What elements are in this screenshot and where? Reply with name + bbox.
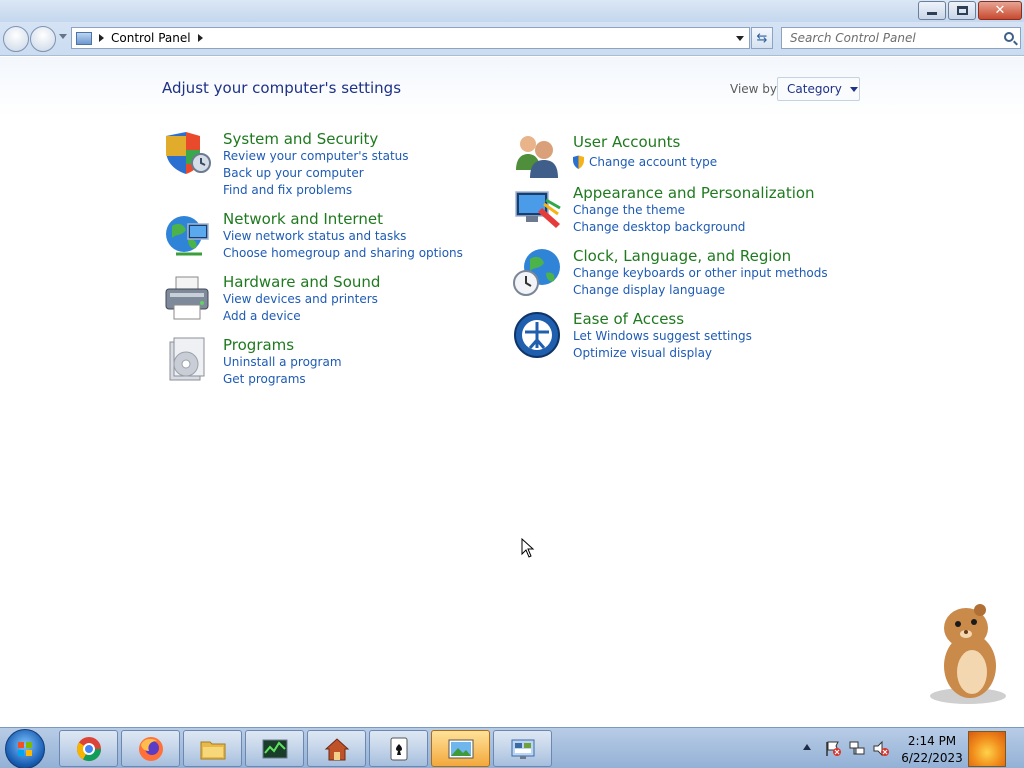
taskbar-control-panel[interactable] <box>493 730 552 767</box>
category-title[interactable]: System and Security <box>223 130 378 148</box>
ease-of-access-icon[interactable] <box>512 310 562 360</box>
minimize-button[interactable] <box>918 1 946 20</box>
network-status-icon[interactable] <box>848 740 866 757</box>
taskbar: 2:14 PM 6/22/2023 <box>0 727 1024 768</box>
category-title[interactable]: Hardware and Sound <box>223 273 380 291</box>
search-icon[interactable] <box>1004 32 1014 42</box>
breadcrumb-separator-icon[interactable] <box>197 34 203 42</box>
category-title[interactable]: Programs <box>223 336 294 354</box>
clock-time[interactable]: 2:14 PM <box>897 734 967 748</box>
uac-shield-icon <box>573 155 584 169</box>
control-panel-content: Adjust your computer's settings View by:… <box>0 57 1024 727</box>
refresh-button[interactable]: ⇆ <box>751 27 773 49</box>
maximize-button[interactable] <box>948 1 976 20</box>
chevron-down-icon <box>849 86 858 92</box>
breadcrumb-control-panel[interactable]: Control Panel <box>111 31 191 45</box>
clock-date[interactable]: 6/22/2023 <box>897 751 967 765</box>
show-desktop-button[interactable] <box>968 731 1006 767</box>
clock-globe-icon[interactable] <box>512 247 562 297</box>
link-devices-printers[interactable]: View devices and printers <box>223 292 378 306</box>
user-accounts-icon[interactable] <box>512 130 562 180</box>
view-by-value: Category <box>787 82 842 96</box>
view-by-dropdown[interactable]: Category <box>777 77 860 101</box>
hamster-mascot-icon <box>930 604 1006 704</box>
volume-muted-icon[interactable] <box>872 740 890 757</box>
action-center-flag-icon[interactable] <box>824 740 842 757</box>
category-title[interactable]: Appearance and Personalization <box>573 184 815 202</box>
navigation-bar: Control Panel ⇆ Search Control Panel <box>0 22 1024 56</box>
taskbar-firefox[interactable] <box>121 730 180 767</box>
firefox-icon <box>138 736 163 761</box>
link-network-status[interactable]: View network status and tasks <box>223 229 406 243</box>
home-app-icon <box>324 737 349 760</box>
solitaire-icon <box>390 737 407 760</box>
network-globe-icon[interactable] <box>162 210 212 260</box>
search-placeholder: Search Control Panel <box>790 31 916 45</box>
link-homegroup[interactable]: Choose homegroup and sharing options <box>223 246 463 260</box>
link-backup[interactable]: Back up your computer <box>223 166 364 180</box>
control-panel-small-icon <box>76 31 92 45</box>
close-icon: ✕ <box>994 3 1006 18</box>
address-dropdown-icon[interactable] <box>736 36 744 41</box>
minimize-icon <box>927 12 937 15</box>
taskbar-home-app[interactable] <box>307 730 366 767</box>
taskbar-task-manager[interactable] <box>245 730 304 767</box>
taskbar-photo-viewer[interactable] <box>431 730 490 767</box>
breadcrumb-separator-icon[interactable] <box>99 34 104 42</box>
link-get-programs[interactable]: Get programs <box>223 372 306 386</box>
back-button[interactable] <box>3 26 29 52</box>
caption-buttons: ✕ <box>916 1 1022 20</box>
taskbar-file-explorer[interactable] <box>183 730 242 767</box>
appearance-icon[interactable] <box>512 184 562 234</box>
link-display-language[interactable]: Change display language <box>573 283 725 297</box>
control-panel-icon <box>511 739 534 759</box>
photo-viewer-icon <box>448 739 473 758</box>
link-desktop-background[interactable]: Change desktop background <box>573 220 745 234</box>
file-explorer-icon <box>200 741 225 759</box>
restore-icon <box>956 6 968 15</box>
address-bar[interactable]: Control Panel <box>71 27 750 49</box>
system-security-icon[interactable] <box>162 130 212 180</box>
link-windows-suggest[interactable]: Let Windows suggest settings <box>573 329 752 343</box>
link-uninstall-program[interactable]: Uninstall a program <box>223 355 342 369</box>
chrome-icon <box>76 736 101 761</box>
mouse-cursor-icon <box>521 538 535 558</box>
category-title[interactable]: Ease of Access <box>573 310 684 328</box>
task-manager-icon <box>262 739 287 758</box>
taskbar-chrome[interactable] <box>59 730 118 767</box>
link-optimize-display[interactable]: Optimize visual display <box>573 346 712 360</box>
link-change-theme[interactable]: Change the theme <box>573 203 685 217</box>
link-change-account-type[interactable]: Change account type <box>589 155 717 169</box>
refresh-icon: ⇆ <box>756 30 768 46</box>
show-hidden-icons-button[interactable] <box>803 744 811 750</box>
link-add-device[interactable]: Add a device <box>223 309 301 323</box>
taskbar-solitaire[interactable] <box>369 730 428 767</box>
link-keyboards-input[interactable]: Change keyboards or other input methods <box>573 266 828 280</box>
category-title[interactable]: Network and Internet <box>223 210 383 228</box>
programs-icon[interactable] <box>162 336 212 386</box>
close-button[interactable]: ✕ <box>978 1 1022 20</box>
search-input[interactable]: Search Control Panel <box>781 27 1021 49</box>
window-titlebar: ✕ <box>0 0 1024 22</box>
link-review-status[interactable]: Review your computer's status <box>223 149 409 163</box>
page-title: Adjust your computer's settings <box>162 79 402 97</box>
printer-icon[interactable] <box>162 273 212 323</box>
link-find-fix-problems[interactable]: Find and fix problems <box>223 183 352 197</box>
category-title[interactable]: User Accounts <box>573 133 680 151</box>
windows-logo-icon <box>18 742 32 756</box>
start-button[interactable] <box>5 729 45 768</box>
forward-button[interactable] <box>30 26 56 52</box>
view-by-label: View by: <box>730 82 781 96</box>
recent-pages-dropdown[interactable] <box>59 34 67 39</box>
category-title[interactable]: Clock, Language, and Region <box>573 247 791 265</box>
